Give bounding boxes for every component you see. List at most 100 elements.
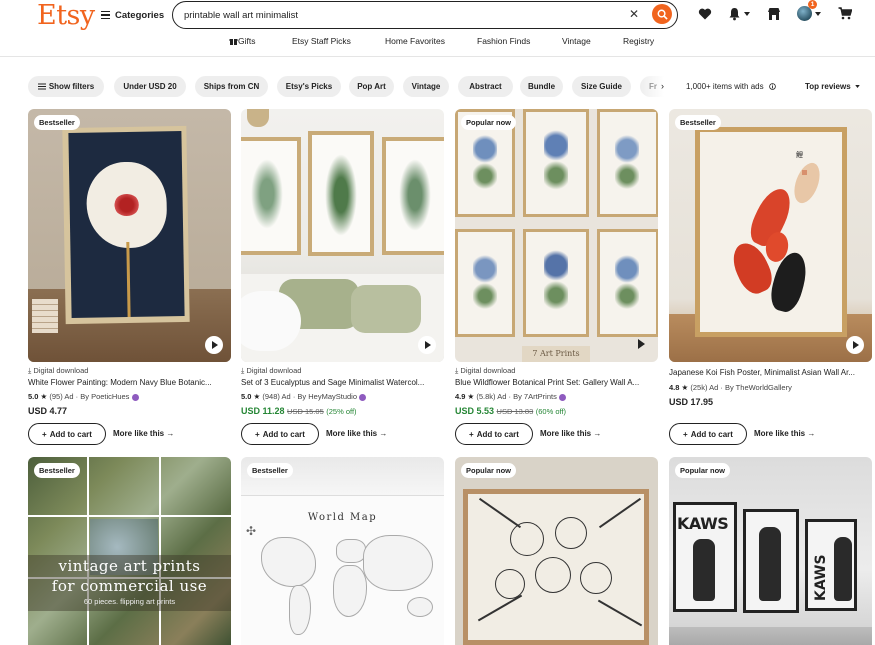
etsy-logo[interactable]: Etsy xyxy=(37,0,95,31)
add-to-cart-button[interactable]: + Add to cart xyxy=(455,423,533,445)
arrow-right-icon: → xyxy=(379,429,388,438)
header: Etsy Categories ✕ 1 Gifts Etsy Staff Pic… xyxy=(0,0,875,57)
popular-now-badge: Popular now xyxy=(461,115,516,130)
shop-link[interactable]: By PoeticHues xyxy=(80,392,129,401)
listing-image[interactable]: Bestseller xyxy=(28,109,231,362)
listing-image[interactable] xyxy=(241,109,444,362)
bestseller-badge: Bestseller xyxy=(34,115,80,130)
listing-title[interactable]: Set of 3 Eucalyptus and Sage Minimalist … xyxy=(241,378,441,387)
account-badge: 1 xyxy=(808,0,817,9)
add-to-cart-button[interactable]: + Add to cart xyxy=(241,423,319,445)
star-icon: ★ xyxy=(681,383,689,392)
search-button[interactable] xyxy=(652,4,672,24)
subnav-item-home-favorites[interactable]: Home Favorites xyxy=(385,36,445,46)
favorites-heart-icon[interactable] xyxy=(698,8,712,20)
plus-icon: + xyxy=(42,429,47,439)
cart-icon[interactable] xyxy=(838,7,852,20)
star-seller-icon xyxy=(558,393,566,401)
bestseller-badge: Bestseller xyxy=(34,463,80,478)
play-video-icon[interactable] xyxy=(638,339,645,349)
clear-search-icon[interactable]: ✕ xyxy=(629,7,639,21)
filter-bar: Show filters Under USD 20 Ships from CN … xyxy=(0,76,875,98)
subnav-item-registry[interactable]: Registry xyxy=(623,36,654,46)
categories-label: Categories xyxy=(115,9,165,21)
add-to-cart-button[interactable]: + Add to cart xyxy=(669,423,747,445)
digital-download-label: ⤓ Digital download xyxy=(455,366,516,375)
chevron-down-icon[interactable] xyxy=(744,12,750,16)
chip-under-usd-20[interactable]: Under USD 20 xyxy=(114,76,186,97)
more-like-this-link[interactable]: More like this → xyxy=(326,429,387,438)
chevron-down-icon[interactable] xyxy=(815,12,821,16)
sort-dropdown[interactable]: Top reviews xyxy=(805,82,860,91)
listing-image[interactable]: vintage art prints for commercial use 60… xyxy=(28,457,231,645)
listing-image[interactable]: KAWS KAWS Popular now xyxy=(669,457,872,645)
listing-price: USD 4.77 xyxy=(28,406,68,416)
watermark-caption: 7 Art Prints xyxy=(522,346,590,362)
arrow-right-icon: → xyxy=(593,429,602,438)
shop-link[interactable]: By TheWorldGallery xyxy=(725,383,792,392)
categories-button[interactable]: Categories xyxy=(101,8,164,22)
listing-image[interactable]: World Map ✣ Bestseller xyxy=(241,457,444,645)
play-video-icon[interactable] xyxy=(846,336,864,354)
chevron-right-icon[interactable]: › xyxy=(661,81,664,91)
plus-icon: + xyxy=(469,429,474,439)
listing-title[interactable]: White Flower Painting: Modern Navy Blue … xyxy=(28,378,228,387)
chip-vintage[interactable]: Vintage xyxy=(403,76,449,97)
listing-price: USD 11.28 USD 15.05 (25% off) xyxy=(241,406,357,416)
subnav-item-fashion-finds[interactable]: Fashion Finds xyxy=(477,36,530,46)
bestseller-badge: Bestseller xyxy=(247,463,293,478)
listing-image[interactable]: 7 Art Prints Popular now xyxy=(455,109,658,362)
shop-link[interactable]: By HeyMayStudio xyxy=(297,392,357,401)
more-like-this-link[interactable]: More like this → xyxy=(113,429,174,438)
listing-title[interactable]: Blue Wildflower Botanical Print Set: Gal… xyxy=(455,378,655,387)
popular-now-badge: Popular now xyxy=(675,463,730,478)
arrow-right-icon: → xyxy=(166,429,175,438)
star-seller-icon xyxy=(359,393,367,401)
star-icon: ★ xyxy=(40,392,48,401)
chip-size-guide[interactable]: Size Guide xyxy=(572,76,631,97)
chip-etsys-picks[interactable]: Etsy's Picks xyxy=(277,76,341,97)
add-to-cart-button[interactable]: + Add to cart xyxy=(28,423,106,445)
shop-manager-icon[interactable] xyxy=(767,7,781,21)
listing-image[interactable]: Popular now xyxy=(455,457,658,645)
subnav-item-vintage[interactable]: Vintage xyxy=(562,36,591,46)
play-video-icon[interactable] xyxy=(205,336,223,354)
listing-meta: 4.9 ★ (5.8k) Ad · By 7ArtPrints xyxy=(455,392,566,401)
compass-icon: ✣ xyxy=(246,524,257,538)
chip-abstract[interactable]: Abstract xyxy=(458,76,513,97)
info-icon[interactable] xyxy=(769,83,776,90)
listing-title[interactable]: Japanese Koi Fish Poster, Minimalist Asi… xyxy=(669,368,869,377)
header-divider xyxy=(0,56,875,57)
chip-bundle[interactable]: Bundle xyxy=(520,76,563,97)
search-icon xyxy=(657,9,668,20)
chip-pop-art[interactable]: Pop Art xyxy=(349,76,394,97)
digital-download-label: ⤓ Digital download xyxy=(241,366,302,375)
image-overlay-text: for commercial use xyxy=(51,577,208,595)
listing-meta: 5.0 ★ (95) Ad · By PoeticHues xyxy=(28,392,139,401)
notifications-bell-icon[interactable] xyxy=(728,7,741,21)
plus-icon: + xyxy=(683,429,688,439)
listing-meta: 5.0 ★ (948) Ad · By HeyMayStudio xyxy=(241,392,367,401)
subnav-item-gifts[interactable]: Gifts xyxy=(229,36,255,46)
search-bar: ✕ xyxy=(172,1,678,29)
star-seller-icon xyxy=(131,393,139,401)
gift-icon xyxy=(229,39,238,45)
show-filters-button[interactable]: Show filters xyxy=(28,76,104,97)
filter-icon xyxy=(37,83,46,90)
image-overlay-text: 60 pieces. flipping art prints xyxy=(83,597,176,606)
listing-price: USD 17.95 xyxy=(669,397,714,407)
plus-icon: + xyxy=(255,429,260,439)
play-video-icon[interactable] xyxy=(418,336,436,354)
more-like-this-link[interactable]: More like this → xyxy=(540,429,601,438)
search-input[interactable] xyxy=(184,8,604,22)
chevron-down-icon xyxy=(855,85,860,88)
listing-image[interactable]: 鯉 Bestseller xyxy=(669,109,872,362)
bestseller-badge: Bestseller xyxy=(675,115,721,130)
menu-icon xyxy=(101,11,110,19)
chip-ships-from-cn[interactable]: Ships from CN xyxy=(195,76,268,97)
shop-link[interactable]: By 7ArtPrints xyxy=(513,392,557,401)
subnav-item-staff-picks[interactable]: Etsy Staff Picks xyxy=(292,36,351,46)
more-like-this-link[interactable]: More like this → xyxy=(754,429,815,438)
star-icon: ★ xyxy=(467,392,475,401)
map-title: World Map xyxy=(307,512,378,523)
